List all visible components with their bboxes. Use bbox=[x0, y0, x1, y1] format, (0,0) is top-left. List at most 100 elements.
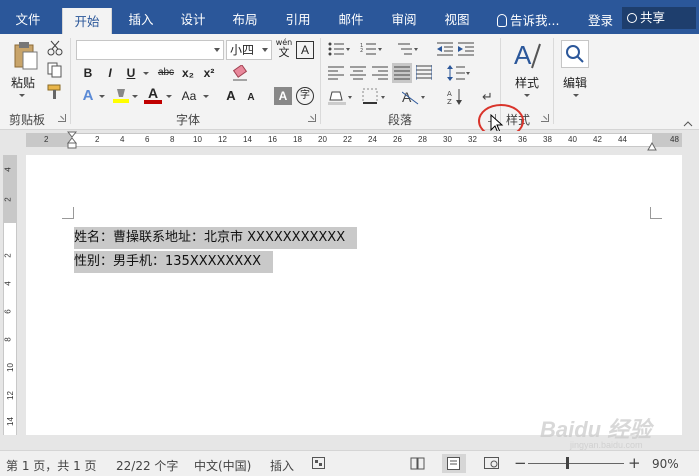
editing-dropdown-icon[interactable] bbox=[573, 94, 579, 97]
font-color-button[interactable]: A bbox=[144, 85, 162, 104]
styles-launcher-icon[interactable] bbox=[541, 114, 549, 122]
ruler-number: 12 bbox=[5, 391, 15, 400]
document-line[interactable]: 性别：男手机：135XXXXXXXX bbox=[74, 251, 274, 273]
tell-me-box[interactable]: 告诉我... bbox=[497, 10, 559, 29]
document-page[interactable]: 姓名：曹操联系地址：北京市 XXXXXXXXXXX 性别：男手机：135XXXX… bbox=[26, 155, 682, 435]
zoom-slider-thumb[interactable] bbox=[566, 457, 569, 469]
ruler-number: 8 bbox=[3, 337, 13, 342]
share-button[interactable]: 共享 bbox=[622, 7, 696, 29]
styles-dropdown-icon[interactable] bbox=[524, 94, 530, 97]
ribbon-tab-bar: 文件 开始 插入 设计 布局 引用 邮件 审阅 视图 告诉我... 登录 共享 bbox=[0, 0, 699, 34]
change-case-button[interactable]: Aa bbox=[178, 87, 200, 105]
login-button[interactable]: 登录 bbox=[588, 10, 613, 29]
borders-icon[interactable] bbox=[362, 88, 388, 109]
paragraph-group-label: 段落 bbox=[388, 113, 413, 127]
highlight-dropdown-icon[interactable] bbox=[132, 95, 138, 98]
ruler-number: 4 bbox=[3, 281, 13, 286]
decrease-indent-icon[interactable] bbox=[437, 42, 453, 59]
tab-insert[interactable]: 插入 bbox=[118, 0, 164, 34]
tab-home[interactable]: 开始 bbox=[62, 8, 112, 34]
superscript-button[interactable]: x² bbox=[201, 64, 217, 82]
shrink-font-button[interactable]: A bbox=[242, 89, 260, 107]
ruler-number: 32 bbox=[468, 135, 477, 144]
tab-mailings[interactable]: 邮件 bbox=[328, 0, 374, 34]
ruler-number: 10 bbox=[193, 135, 202, 144]
word-count[interactable]: 22/22 个字 bbox=[116, 457, 178, 474]
align-left-icon[interactable] bbox=[328, 66, 344, 83]
document-line[interactable]: 姓名：曹操联系地址：北京市 XXXXXXXXXXX bbox=[74, 227, 358, 249]
format-painter-icon[interactable] bbox=[47, 84, 63, 103]
zoom-slider[interactable] bbox=[528, 463, 624, 464]
ruler-number: 10 bbox=[5, 363, 15, 372]
font-launcher-icon[interactable] bbox=[308, 114, 316, 122]
zoom-level[interactable]: 90% bbox=[652, 457, 679, 471]
read-mode-icon[interactable] bbox=[410, 457, 426, 473]
tab-file[interactable]: 文件 bbox=[2, 0, 54, 34]
grow-font-button[interactable]: A bbox=[222, 87, 240, 105]
print-layout-icon[interactable] bbox=[442, 454, 466, 473]
font-size-select[interactable]: 小四 bbox=[226, 40, 272, 60]
clipboard-launcher-icon[interactable] bbox=[58, 114, 66, 122]
styles-button[interactable]: 样式 bbox=[510, 74, 544, 91]
insert-mode[interactable]: 插入 bbox=[270, 457, 294, 474]
text-effect-dropdown-icon[interactable] bbox=[99, 95, 105, 98]
font-name-select[interactable] bbox=[76, 40, 224, 60]
bullets-icon[interactable] bbox=[328, 42, 350, 59]
web-layout-icon[interactable] bbox=[484, 457, 500, 473]
character-border-button[interactable]: A bbox=[296, 41, 314, 59]
ruler-number: 6 bbox=[145, 135, 150, 144]
sort-icon[interactable]: AZ bbox=[447, 88, 465, 109]
align-right-icon[interactable] bbox=[372, 66, 388, 83]
change-case-dropdown-icon[interactable] bbox=[203, 95, 209, 98]
copy-icon[interactable] bbox=[47, 62, 63, 81]
tab-references[interactable]: 引用 bbox=[275, 0, 321, 34]
horizontal-ruler[interactable]: 2 2 4 6 8 10 12 14 16 18 20 22 24 26 28 … bbox=[0, 131, 699, 152]
editing-button[interactable]: 编辑 bbox=[558, 74, 592, 91]
bold-button[interactable]: B bbox=[79, 64, 97, 82]
strikethrough-button[interactable]: abc bbox=[154, 64, 178, 82]
styles-icon[interactable]: A bbox=[512, 40, 542, 75]
increase-indent-icon[interactable] bbox=[458, 42, 474, 59]
ruler-number: 18 bbox=[293, 135, 302, 144]
phonetic-guide-button[interactable]: wén 文 bbox=[275, 38, 293, 59]
vertical-scrollbar[interactable] bbox=[682, 149, 699, 450]
enclose-characters-button[interactable]: 字 bbox=[296, 87, 314, 105]
right-indent-marker[interactable] bbox=[647, 140, 657, 154]
cut-icon[interactable] bbox=[47, 40, 63, 59]
zoom-in-button[interactable]: + bbox=[628, 454, 641, 472]
multilevel-list-icon[interactable] bbox=[396, 42, 418, 59]
justify-icon[interactable] bbox=[392, 63, 412, 83]
tab-design[interactable]: 设计 bbox=[170, 0, 216, 34]
first-line-indent-marker[interactable] bbox=[66, 131, 78, 152]
paste-button[interactable]: 粘贴 bbox=[8, 74, 38, 91]
italic-button[interactable]: I bbox=[101, 64, 119, 82]
numbering-icon[interactable]: 12 bbox=[360, 42, 382, 59]
distributed-icon[interactable] bbox=[415, 65, 433, 84]
align-center-icon[interactable] bbox=[350, 66, 366, 83]
line-spacing-icon[interactable] bbox=[447, 65, 471, 84]
search-icon[interactable] bbox=[561, 40, 589, 68]
character-shading-button[interactable]: A bbox=[274, 87, 292, 105]
macro-icon[interactable] bbox=[312, 457, 326, 473]
chinese-layout-icon[interactable]: A bbox=[401, 88, 428, 109]
language-indicator[interactable]: 中文(中国) bbox=[194, 457, 251, 474]
subscript-button[interactable]: x₂ bbox=[180, 64, 196, 82]
tab-view[interactable]: 视图 bbox=[434, 0, 480, 34]
underline-dropdown-icon[interactable] bbox=[143, 72, 149, 75]
svg-text:A: A bbox=[514, 40, 532, 70]
text-effect-button[interactable]: A bbox=[79, 87, 97, 105]
paste-icon[interactable] bbox=[12, 40, 38, 73]
vertical-ruler[interactable]: 4 2 2 4 6 8 10 12 14 bbox=[3, 155, 17, 435]
underline-button[interactable]: U bbox=[122, 64, 140, 82]
zoom-out-button[interactable]: − bbox=[514, 454, 527, 472]
paste-dropdown-icon[interactable] bbox=[19, 94, 25, 97]
collapse-ribbon-icon[interactable] bbox=[683, 116, 693, 130]
highlight-icon[interactable] bbox=[112, 87, 130, 108]
font-color-dropdown-icon[interactable] bbox=[166, 95, 172, 98]
paragraph-shading-icon[interactable] bbox=[328, 88, 354, 109]
clear-formatting-icon[interactable] bbox=[231, 64, 249, 84]
page-count[interactable]: 第 1 页，共 1 页 bbox=[6, 457, 97, 474]
ruler-number: 12 bbox=[218, 135, 227, 144]
tab-layout[interactable]: 布局 bbox=[222, 0, 268, 34]
tab-review[interactable]: 审阅 bbox=[381, 0, 427, 34]
